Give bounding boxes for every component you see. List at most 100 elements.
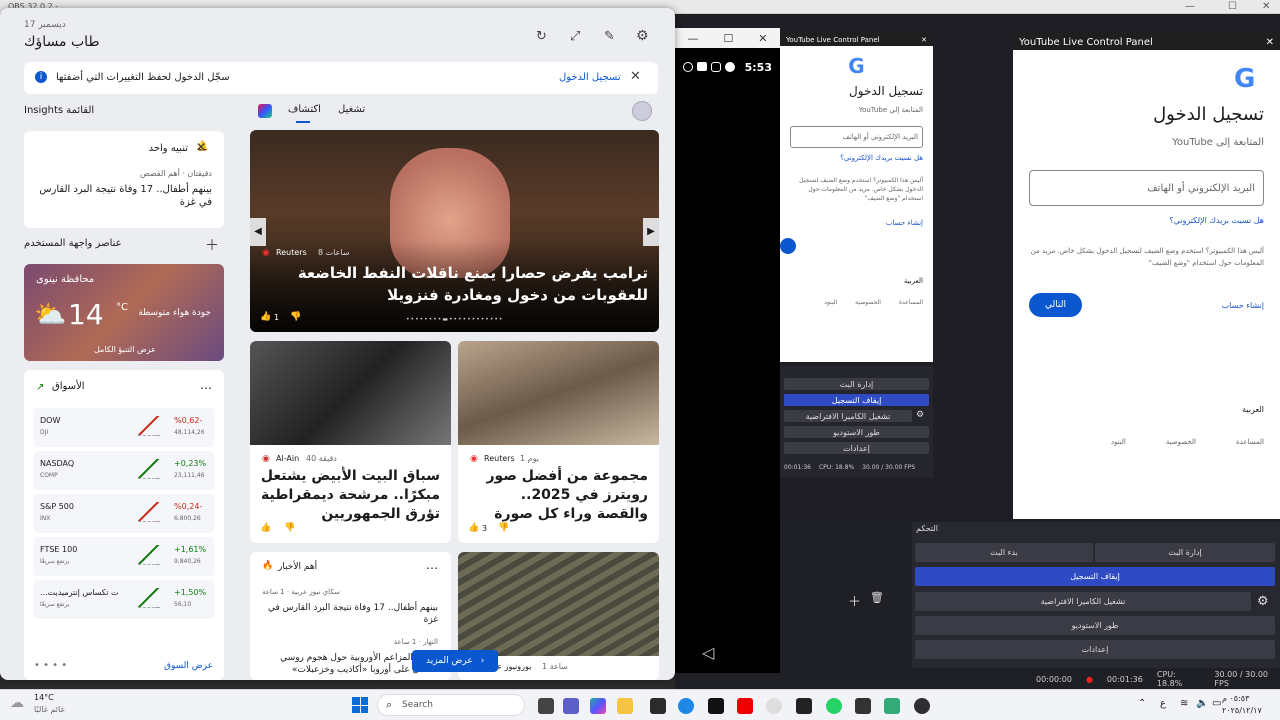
market-row[interactable]: S&P 500 INX %0,24- 6,800,26	[34, 494, 214, 533]
chevron-up-icon[interactable]: ⌃	[1138, 698, 1146, 709]
app-icon[interactable]	[884, 698, 900, 714]
forgot-email-link[interactable]: هل نسيت بريدك الإلكتروني؟	[790, 154, 923, 162]
settings-button[interactable]: إعدادات	[915, 640, 1275, 659]
top-news-item[interactable]: بينهم أطفال.. 17 وفاة نتيجة البرد القارس…	[262, 602, 438, 626]
start-icon[interactable]	[352, 697, 368, 713]
youtube-icon[interactable]	[737, 698, 753, 714]
minimize-icon[interactable]: —	[687, 32, 698, 45]
back-icon[interactable]: ◁	[702, 643, 714, 662]
battery-icon[interactable]: ▭	[1212, 698, 1221, 709]
market-row[interactable]: NASDAQ COMP +0,23% 23,111,46	[34, 451, 214, 490]
maximize-icon[interactable]: ☐	[723, 32, 733, 45]
dislike-icon[interactable]: 👎	[290, 312, 301, 322]
alert-card[interactable]: 🔔 تنبيه واحد ✕ دقيقتان · أهم القصص بينهم…	[24, 131, 224, 228]
next-arrow-icon[interactable]: ▶	[643, 218, 659, 246]
market-row[interactable]: FTSE 100 يرتفع سريعًا +1,61% 9,840,26	[34, 537, 214, 576]
carousel-dots[interactable]: ••••••••▬••••••••••••	[406, 316, 503, 323]
pin-icon[interactable]: ✎	[604, 29, 615, 44]
signin-link[interactable]: تسجيل الدخول	[559, 72, 621, 83]
clock-date[interactable]: ٢٠٢٥/١٢/١٧	[1222, 706, 1262, 715]
more-icon[interactable]: …	[200, 378, 212, 392]
news-headline[interactable]: مجموعة من أفضل صور رويترز في 2025.. والق…	[468, 467, 649, 524]
news-card[interactable]: ◉ Al-Ain 40 دقيقة سباق البيت الأبيض يشتع…	[250, 341, 451, 543]
gear-icon[interactable]: ⚙	[916, 410, 924, 420]
tab-play[interactable]: تشغيل	[338, 104, 365, 115]
prev-arrow-icon[interactable]: ◀	[250, 218, 266, 246]
file-explorer-icon[interactable]	[617, 698, 633, 714]
see-market-link[interactable]: عرض السوق	[164, 661, 213, 671]
next-button[interactable]	[780, 238, 796, 254]
chrome-icon[interactable]	[766, 698, 782, 714]
volume-icon[interactable]: 🔈	[1196, 698, 1208, 709]
email-field[interactable]: البريد الإلكتروني أو الهاتف	[1029, 170, 1264, 206]
teams-icon[interactable]	[563, 698, 579, 714]
stop-recording-button[interactable]: إيقاف التسجيل	[784, 394, 929, 406]
clock-time[interactable]: ٠٥:٥٣ م	[1222, 694, 1249, 703]
edge-icon[interactable]	[678, 698, 694, 714]
manage-stream-button[interactable]: إدارة البث	[784, 378, 929, 390]
privacy-link[interactable]: الخصوصية	[1166, 438, 1196, 446]
alert-headline[interactable]: بينهم أطفال.. 17 وفاة نتيجة البرد القارس…	[36, 183, 212, 209]
dislike-icon[interactable]: 👎	[498, 523, 509, 533]
help-link[interactable]: المساعدة	[1236, 438, 1264, 446]
dislike-icon[interactable]: 👎	[284, 523, 295, 533]
close-icon[interactable]: ✕	[196, 140, 206, 154]
settings-icon[interactable]: ⚙	[636, 28, 649, 44]
wifi-icon[interactable]: ≋	[1180, 698, 1188, 709]
chatgpt-icon[interactable]	[796, 698, 812, 714]
stop-recording-button[interactable]: إيقاف التسجيل	[915, 567, 1275, 586]
create-account-link[interactable]: إنشاء حساب	[1222, 301, 1264, 310]
news-card[interactable]: ◉ Reuters 1 يوم مجموعة من أفضل صور رويتر…	[458, 341, 659, 543]
store-icon[interactable]	[650, 698, 666, 714]
tiktok-icon[interactable]	[708, 698, 724, 714]
start-stream-button[interactable]: بدء البث	[915, 543, 1093, 562]
like-icon[interactable]: 👍	[260, 523, 271, 533]
weather-card[interactable]: محافظة نينوى ⛅ 14 °C جودة هواء متوسطة عر…	[24, 264, 224, 361]
next-button[interactable]: التالي	[1029, 293, 1082, 317]
virtual-camera-button[interactable]: تشغيل الكاميرا الافتراضية	[915, 592, 1251, 611]
forecast-link[interactable]: عرض التنبؤ الكامل	[94, 345, 156, 354]
close-icon[interactable]: ✕	[921, 36, 927, 44]
create-account-link[interactable]: إنشاء حساب	[790, 219, 923, 227]
copilot-icon[interactable]	[590, 698, 606, 714]
task-view-icon[interactable]	[538, 698, 554, 714]
add-icon[interactable]: ＋	[848, 591, 861, 610]
settings-button[interactable]: إعدادات	[784, 442, 929, 454]
language-select[interactable]: العربية	[1029, 405, 1264, 414]
whatsapp-icon[interactable]	[826, 698, 842, 714]
obs-icon[interactable]	[914, 698, 930, 714]
refresh-icon[interactable]: ↻	[536, 29, 547, 44]
copilot-icon[interactable]	[258, 104, 272, 118]
market-row[interactable]: ...ت تكساس إنترميديت يرتفع سريعًا +1,50% 56…	[34, 580, 214, 619]
hero-news-card[interactable]: ◀ ▶ ◉ Reuters 8 ساعات ترامب يفرض حصارا ي…	[250, 130, 659, 332]
email-field[interactable]: البريد الإلكتروني أو الهاتف	[790, 126, 923, 148]
privacy-link[interactable]: الخصوصية	[855, 299, 881, 306]
taskbar-weather-text[interactable]: غائم غالبًا	[34, 705, 65, 714]
help-link[interactable]: المساعدة	[899, 299, 923, 306]
news-headline[interactable]: سباق البيت الأبيض يشتعل مبكرًا.. مرشحة د…	[260, 467, 440, 524]
gear-icon[interactable]: ⚙	[1257, 594, 1269, 609]
language-icon[interactable]: ع	[1160, 698, 1166, 709]
terms-link[interactable]: البنود	[824, 299, 837, 306]
taskbar-weather-temp[interactable]: 14°C	[34, 693, 54, 702]
maximize-icon[interactable]: ☐	[1228, 1, 1237, 12]
language-select[interactable]: العربية	[790, 277, 923, 285]
avatar[interactable]	[632, 101, 652, 121]
close-icon[interactable]: ✕	[1266, 37, 1274, 48]
studio-mode-button[interactable]: طور الاستوديو	[784, 426, 929, 438]
close-icon[interactable]: ✕	[1262, 1, 1270, 12]
trash-icon[interactable]: 🗑	[870, 591, 884, 604]
close-icon[interactable]: ✕	[630, 69, 641, 84]
more-icon[interactable]: …	[426, 558, 438, 572]
market-row[interactable]: DOW DJI %0,62- 48,114,26	[34, 408, 214, 447]
see-more-button[interactable]: عرض المزيد ›	[412, 650, 498, 672]
like-icon[interactable]: 👍	[468, 523, 479, 533]
like-icon[interactable]: 👍	[260, 312, 271, 322]
hero-headline[interactable]: ترامب يفرض حصارا يمنع ناقلات النفط الخاض…	[260, 262, 648, 306]
terminal-icon[interactable]	[855, 698, 871, 714]
manage-stream-button[interactable]: إدارة البث	[1095, 543, 1275, 562]
pager-dots[interactable]: • • • •	[34, 660, 67, 671]
terms-link[interactable]: البنود	[1111, 438, 1126, 446]
tab-discover[interactable]: اكتشاف	[288, 104, 321, 115]
minimize-icon[interactable]: —	[1185, 1, 1195, 12]
